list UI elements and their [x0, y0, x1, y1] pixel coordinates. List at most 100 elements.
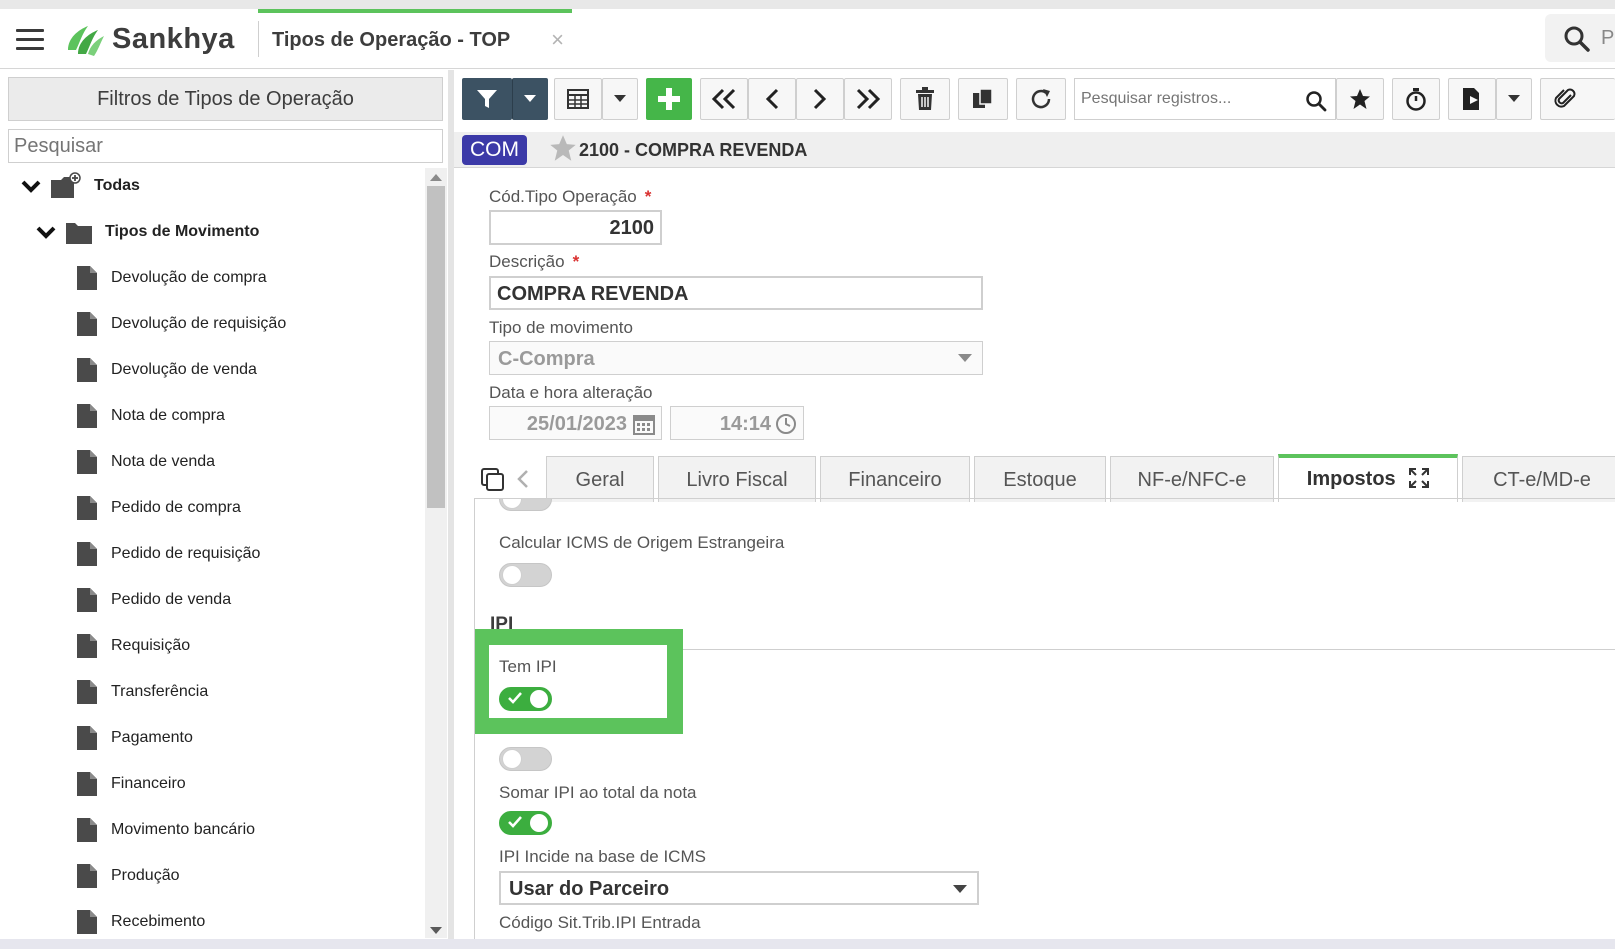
tree-item[interactable]: Financeiro	[76, 764, 186, 804]
cod-tipo-operacao-label: Cód.Tipo Operação *	[489, 187, 651, 207]
tree-item[interactable]: Pagamento	[76, 718, 193, 758]
grid-view-dropdown[interactable]	[602, 78, 638, 120]
chevron-left-icon[interactable]	[517, 470, 529, 488]
record-header: COM 2100 - COMPRA REVENDA	[454, 132, 1615, 168]
attachment-button[interactable]	[1540, 78, 1615, 120]
expand-icon[interactable]	[1409, 468, 1430, 488]
scroll-up-arrow[interactable]	[430, 174, 442, 181]
chevron-down-icon[interactable]	[35, 221, 57, 243]
trash-icon	[916, 87, 934, 110]
app-header: Sankhya Tipos de Operação - TOP × Pe	[0, 9, 1615, 69]
delete-button[interactable]	[900, 78, 950, 120]
caret-down-icon	[614, 95, 626, 102]
filters-search-input[interactable]	[8, 129, 443, 163]
copy-window-icon[interactable]	[481, 468, 505, 492]
tem-ipi-label: Tem IPI	[499, 657, 557, 676]
tab-tipos-operacao[interactable]: Tipos de Operação - TOP ×	[258, 9, 572, 69]
tree-item[interactable]: Recebimento	[76, 902, 205, 942]
tree-item[interactable]: Pedido de requisição	[76, 534, 260, 574]
document-icon	[77, 542, 97, 566]
scroll-thumb[interactable]	[427, 186, 445, 508]
scroll-down-arrow[interactable]	[430, 927, 442, 934]
tree-item[interactable]: Nota de venda	[76, 442, 215, 482]
document-icon	[77, 772, 97, 796]
filter-button[interactable]	[462, 78, 512, 120]
star-outline-icon[interactable]	[549, 134, 577, 162]
filters-title[interactable]: Filtros de Tipos de Operação	[8, 77, 443, 121]
search-icon[interactable]	[1305, 90, 1327, 112]
tab-nfe-nfce[interactable]: NF-e/NFC-e	[1110, 456, 1274, 502]
tree-item[interactable]: Pedido de venda	[76, 580, 231, 620]
refresh-button[interactable]	[1016, 78, 1066, 120]
ipi-incide-base-icms-select[interactable]: Usar do Parceiro	[499, 871, 979, 905]
tree-label-tipos-movimento: Tipos de Movimento	[105, 223, 260, 240]
previous-record-button[interactable]	[748, 78, 796, 120]
ipi-embutido-toggle[interactable]	[499, 747, 552, 771]
tree-item-label: Pagamento	[111, 729, 193, 746]
data-alteracao-field: 25/01/2023	[489, 406, 662, 440]
document-icon	[77, 266, 97, 290]
tree-item[interactable]: Devolução de compra	[76, 258, 267, 298]
tab-livro-fiscal[interactable]: Livro Fiscal	[658, 456, 816, 502]
panel-divider[interactable]	[448, 70, 454, 949]
document-icon	[77, 726, 97, 750]
document-icon	[77, 358, 97, 382]
tree-item-label: Devolução de requisição	[111, 315, 287, 332]
export-button[interactable]	[1448, 78, 1496, 120]
tipo-movimento-label: Tipo de movimento	[489, 318, 633, 337]
calc-icms-estrangeira-toggle[interactable]	[499, 563, 552, 587]
folder-icon	[66, 223, 92, 244]
favorites-button[interactable]	[1336, 78, 1384, 120]
add-record-button[interactable]	[646, 78, 692, 120]
tipo-movimento-value: C-Compra	[498, 348, 595, 370]
double-chevron-right-icon	[856, 88, 881, 110]
document-icon	[77, 496, 97, 520]
tree-item[interactable]: Pedido de compra	[76, 488, 241, 528]
close-icon[interactable]: ×	[551, 27, 564, 53]
tipo-movimento-select: C-Compra	[489, 341, 983, 375]
export-icon	[1463, 88, 1479, 110]
global-search[interactable]: Pe	[1545, 14, 1615, 62]
tree-item[interactable]: Devolução de venda	[76, 350, 257, 390]
tem-ipi-toggle[interactable]	[499, 687, 552, 711]
tree-item[interactable]: Devolução de requisição	[76, 304, 286, 344]
next-record-button[interactable]	[796, 78, 844, 120]
document-icon	[77, 910, 97, 934]
tree-node-todas[interactable]: Todas	[20, 166, 140, 206]
tree-item[interactable]: Produção	[76, 856, 180, 896]
star-icon	[1350, 89, 1370, 109]
tab-financeiro[interactable]: Financeiro	[820, 456, 970, 502]
tree-item[interactable]: Requisição	[76, 626, 190, 666]
tab-impostos[interactable]: Impostos	[1278, 454, 1458, 502]
tree-item[interactable]: Transferência	[76, 672, 208, 712]
tree-item[interactable]: Movimento bancário	[76, 810, 255, 850]
chevron-down-icon[interactable]	[20, 175, 42, 197]
tab-cte-mde[interactable]: CT-e/MD-e	[1462, 456, 1615, 502]
document-icon	[77, 450, 97, 474]
toggle-previous-field[interactable]	[499, 499, 552, 511]
somar-ipi-toggle[interactable]	[499, 811, 552, 835]
sankhya-logo[interactable]: Sankhya	[62, 20, 235, 58]
record-search-input[interactable]	[1075, 79, 1295, 119]
cod-tipo-operacao-field[interactable]: 2100	[489, 210, 662, 245]
tree-item[interactable]: Nota de compra	[76, 396, 225, 436]
first-record-button[interactable]	[700, 78, 748, 120]
export-dropdown[interactable]	[1496, 78, 1532, 120]
last-record-button[interactable]	[844, 78, 892, 120]
document-icon	[77, 312, 97, 336]
menu-icon[interactable]	[16, 29, 44, 51]
timer-button[interactable]	[1392, 78, 1440, 120]
grid-view-button[interactable]	[554, 78, 602, 120]
descricao-field[interactable]: COMPRA REVENDA	[489, 276, 983, 310]
tab-geral[interactable]: Geral	[546, 456, 654, 502]
tree-item-label: Devolução de venda	[111, 361, 257, 378]
tree-scrollbar[interactable]	[425, 168, 447, 938]
document-icon	[77, 634, 97, 658]
duplicate-button[interactable]	[958, 78, 1008, 120]
filter-dropdown-button[interactable]	[512, 78, 548, 120]
record-search[interactable]	[1074, 78, 1336, 120]
tab-estoque[interactable]: Estoque	[974, 456, 1106, 502]
somar-ipi-label: Somar IPI ao total da nota	[499, 783, 697, 802]
tree-node-tipos-movimento[interactable]: Tipos de Movimento	[35, 212, 259, 252]
tree-item-label: Financeiro	[111, 775, 186, 792]
